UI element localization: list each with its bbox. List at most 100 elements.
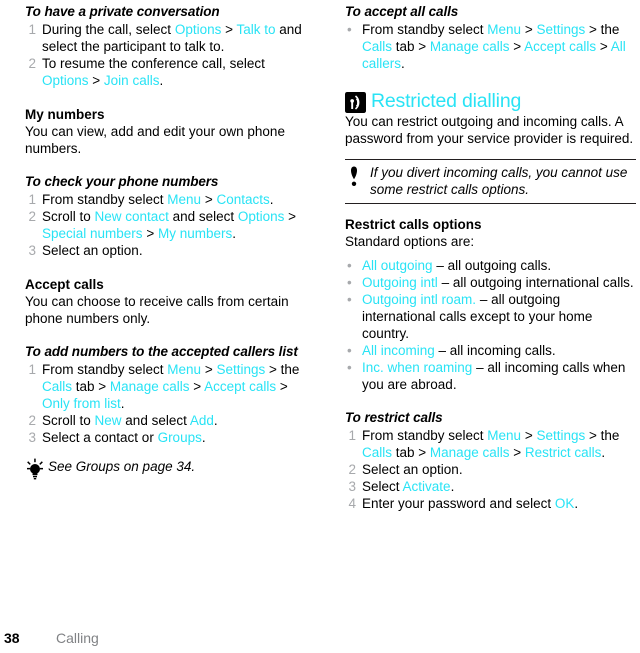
step-text: tab >: [72, 379, 110, 394]
step-text: .: [159, 73, 164, 88]
step-number: 1: [28, 192, 36, 207]
step-text: Select an option.: [362, 462, 463, 477]
step-item: 1 From standby select Menu > Settings > t…: [345, 427, 636, 461]
steps-check-phone-numbers: 1 From standby select Menu > Contacts. 2 Sc…: [25, 191, 308, 259]
step-number: 4: [348, 496, 356, 511]
ui-term: Calls: [362, 39, 393, 54]
step-text: >: [201, 192, 217, 207]
step-text: .: [201, 430, 206, 445]
step-item: 2 Scroll to New contact and select Option…: [25, 208, 308, 242]
left-column: To have a private conversation 1 During t…: [0, 0, 320, 512]
exclamation-icon: [349, 166, 362, 193]
step-text: Select an option.: [42, 243, 143, 258]
ui-term: Contacts: [216, 192, 270, 207]
step-text: From standby select: [362, 428, 488, 443]
ui-term: Groups: [157, 430, 202, 445]
step-item: 4 Enter your password and select OK.: [345, 495, 636, 512]
two-column-body: To have a private conversation 1 During t…: [0, 0, 640, 512]
ui-term: Only from list: [42, 396, 121, 411]
section-heading-my-numbers: My numbers: [25, 107, 105, 122]
procedure-heading-accept-all-calls: To accept all calls: [345, 4, 459, 19]
lightbulb-icon: [23, 458, 47, 487]
ui-term: Talk to: [236, 22, 276, 37]
step-text: >: [88, 73, 104, 88]
ui-term: New contact: [94, 209, 169, 224]
step-text: tab >: [392, 39, 430, 54]
ui-term: Activate: [402, 479, 451, 494]
ui-term: Manage calls: [429, 39, 510, 54]
step-text: – all incoming calls.: [434, 343, 556, 358]
warning-note: If you divert incoming calls, you cannot…: [345, 159, 636, 204]
ui-term: Special numbers: [42, 226, 143, 241]
step-item: 1 From standby select Menu > Contacts.: [25, 191, 308, 208]
ui-term: Settings: [536, 428, 586, 443]
ui-term: Add: [189, 413, 214, 428]
step-text: From standby select: [362, 22, 488, 37]
step-item: 2 Scroll to New and select Add.: [25, 412, 308, 429]
page-footer: 38 Calling: [0, 630, 640, 646]
ui-term: Join calls: [103, 73, 160, 88]
section-heading-accept-calls: Accept calls: [25, 277, 104, 292]
step-number: 2: [28, 209, 36, 224]
step-text: .: [450, 479, 455, 494]
bullet-dot: •: [347, 360, 352, 375]
step-number: 3: [348, 479, 356, 494]
procedure-heading-restrict-calls: To restrict calls: [345, 410, 443, 425]
step-text: >: [521, 428, 537, 443]
ui-term: Accept calls: [204, 379, 277, 394]
step-text: Scroll to: [42, 209, 95, 224]
procedure-heading-private-conversation: To have a private conversation: [25, 4, 220, 19]
step-text: >: [276, 379, 288, 394]
step-text: >: [189, 379, 205, 394]
step-number: 2: [28, 413, 36, 428]
step-text: >: [221, 22, 237, 37]
ui-term: Manage calls: [109, 379, 190, 394]
ui-term: Options: [42, 73, 89, 88]
step-text: > the: [265, 362, 300, 377]
ui-term: Outgoing intl roam.: [362, 292, 477, 307]
chapter-heading-restricted-dialling: Restricted dialling: [345, 89, 636, 113]
step-text: Scroll to: [42, 413, 95, 428]
step-text: >: [201, 362, 217, 377]
ui-term: OK: [554, 496, 575, 511]
step-text: .: [601, 445, 606, 460]
step-text: .: [401, 56, 405, 71]
step-item: 2 To resume the conference call, select O…: [25, 55, 308, 89]
step-text: – all outgoing international calls.: [437, 275, 634, 290]
ui-term: New: [94, 413, 122, 428]
step-number: 1: [28, 22, 36, 37]
steps-private-conversation: 1 During the call, select Options > Talk …: [25, 21, 308, 89]
list-item: • Outgoing intl – all outgoing internatio…: [345, 274, 636, 291]
steps-accept-all-calls: • From standby select Menu > Settings > t…: [345, 21, 636, 72]
ui-term: Calls: [362, 445, 393, 460]
step-text: >: [509, 445, 525, 460]
chapter-title: Restricted dialling: [371, 90, 522, 112]
bullet-dot: •: [347, 343, 352, 358]
step-item: 1 During the call, select Options > Talk …: [25, 21, 308, 55]
step-text: Enter your password and select: [362, 496, 555, 511]
step-text: >: [142, 226, 158, 241]
step-item: 3 Select a contact or Groups.: [25, 429, 308, 446]
ui-term: Inc. when roaming: [362, 360, 473, 375]
tip-text: See Groups on page 34.: [48, 459, 196, 474]
ui-term: Manage calls: [429, 445, 510, 460]
step-text: During the call, select: [42, 22, 175, 37]
section-heading-restrict-calls-options: Restrict calls options: [345, 217, 482, 232]
step-number: 1: [28, 362, 36, 377]
ui-term: Menu: [167, 362, 202, 377]
step-text: – all outgoing calls.: [432, 258, 552, 273]
step-item: 3 Select Activate.: [345, 478, 636, 495]
step-text: and select: [168, 209, 238, 224]
procedure-heading-add-accepted-callers: To add numbers to the accepted callers l…: [25, 344, 298, 359]
section-body-my-numbers: You can view, add and edit your own phon…: [25, 124, 285, 156]
step-text: tab >: [392, 445, 430, 460]
step-text: .: [269, 192, 274, 207]
step-text: >: [521, 22, 537, 37]
ui-term: All incoming: [362, 343, 435, 358]
step-text: .: [213, 413, 218, 428]
ui-term: Options: [237, 209, 285, 224]
ui-term: Calls: [42, 379, 73, 394]
